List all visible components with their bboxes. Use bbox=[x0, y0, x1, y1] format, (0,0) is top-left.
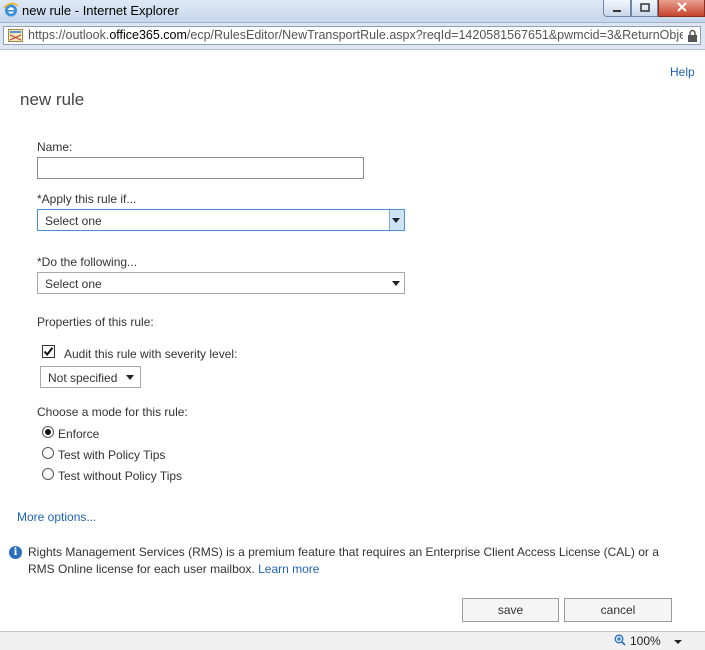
zoom-dropdown-icon[interactable] bbox=[674, 640, 682, 644]
chevron-down-icon bbox=[126, 375, 134, 380]
apply-rule-select[interactable]: Select one bbox=[37, 209, 405, 231]
mode-enforce-label[interactable]: Enforce bbox=[58, 427, 99, 441]
properties-label: Properties of this rule: bbox=[37, 315, 154, 329]
zoom-level[interactable]: 100% bbox=[630, 634, 661, 648]
lock-icon[interactable] bbox=[687, 29, 698, 42]
window-title: new rule - Internet Explorer bbox=[22, 3, 179, 18]
apply-rule-label: *Apply this rule if... bbox=[37, 192, 137, 206]
save-button[interactable]: save bbox=[462, 598, 559, 622]
audit-label: Audit this rule with severity level: bbox=[64, 347, 238, 361]
mode-test-with-tips-radio[interactable] bbox=[42, 447, 54, 459]
url-text: https://outlook.office365.com/ecp/RulesE… bbox=[28, 28, 683, 42]
close-button[interactable] bbox=[658, 0, 705, 17]
more-options-link[interactable]: More options... bbox=[17, 510, 96, 524]
mode-test-without-tips-label[interactable]: Test without Policy Tips bbox=[58, 469, 182, 483]
name-input[interactable] bbox=[37, 157, 364, 179]
chevron-down-icon bbox=[392, 281, 400, 286]
url-field[interactable]: https://outlook.office365.com/ecp/RulesE… bbox=[3, 26, 701, 45]
maximize-icon bbox=[639, 3, 650, 12]
info-icon: i bbox=[9, 546, 22, 559]
page-title: new rule bbox=[20, 90, 85, 110]
mode-test-without-tips-radio[interactable] bbox=[42, 468, 54, 480]
chevron-down-icon bbox=[392, 218, 400, 223]
name-label: Name: bbox=[37, 140, 73, 154]
checkmark-icon bbox=[43, 347, 54, 357]
do-following-select[interactable]: Select one bbox=[37, 272, 405, 294]
audit-checkbox[interactable] bbox=[42, 345, 55, 358]
do-following-label: *Do the following... bbox=[37, 255, 138, 269]
apply-rule-value: Select one bbox=[45, 214, 102, 228]
internet-explorer-icon bbox=[3, 2, 19, 17]
title-bar: new rule - Internet Explorer bbox=[0, 0, 705, 23]
rms-info-text: Rights Management Services (RMS) is a pr… bbox=[28, 545, 659, 576]
mode-label: Choose a mode for this rule: bbox=[37, 405, 188, 419]
address-bar: https://outlook.office365.com/ecp/RulesE… bbox=[0, 23, 705, 50]
page-icon bbox=[8, 29, 23, 42]
severity-select[interactable]: Not specified bbox=[40, 366, 141, 388]
status-bar: 100% bbox=[0, 631, 705, 650]
maximize-button[interactable] bbox=[631, 0, 658, 17]
do-following-value: Select one bbox=[45, 277, 102, 291]
minimize-icon bbox=[613, 10, 621, 12]
severity-value: Not specified bbox=[48, 371, 118, 385]
cancel-button[interactable]: cancel bbox=[564, 598, 672, 622]
close-icon bbox=[676, 2, 687, 12]
zoom-icon[interactable] bbox=[614, 634, 626, 646]
learn-more-link[interactable]: Learn more bbox=[258, 562, 319, 576]
minimize-button[interactable] bbox=[603, 0, 631, 17]
mode-test-with-tips-label[interactable]: Test with Policy Tips bbox=[58, 448, 165, 462]
mode-enforce-radio[interactable] bbox=[42, 426, 54, 438]
help-link[interactable]: Help bbox=[670, 65, 695, 79]
